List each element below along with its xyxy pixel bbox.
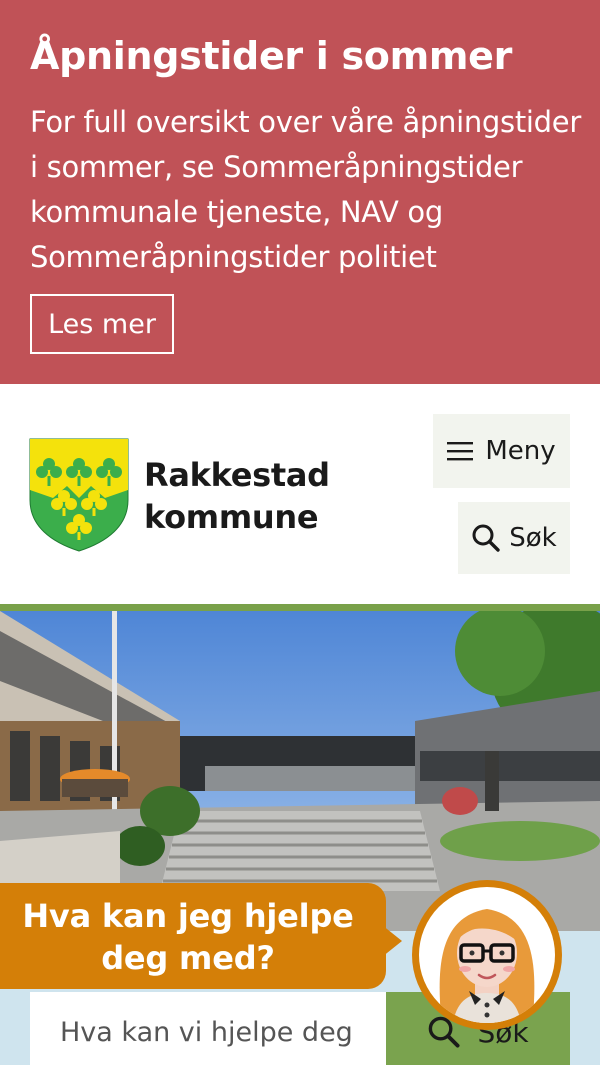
banner-title: Åpningstider i sommer [30, 34, 513, 78]
logo-line-1: Rakkestad [144, 456, 330, 494]
site-header: Rakkestad kommune Meny Søk [0, 384, 600, 604]
hamburger-icon [447, 442, 474, 461]
search-icon [472, 524, 500, 552]
banner-text: For full oversikt over våre åpningstider… [30, 105, 581, 274]
announcement-banner: Åpningstider i sommer For full oversikt … [0, 0, 600, 384]
coat-of-arms-icon[interactable] [29, 438, 129, 552]
header-search-label: Søk [509, 523, 557, 553]
assistant-avatar-icon [439, 909, 535, 1023]
header-search-button[interactable]: Søk [458, 502, 570, 574]
assistant-speech-bubble[interactable]: Hva kan jeg hjelpe deg med? [0, 883, 386, 989]
read-more-button[interactable]: Les mer [30, 294, 174, 354]
menu-button-label: Meny [485, 436, 556, 466]
menu-button[interactable]: Meny [433, 414, 570, 488]
logo-line-2: kommune [144, 498, 319, 536]
site-logo-text[interactable]: Rakkestad kommune [144, 454, 330, 538]
assistant-avatar[interactable] [412, 880, 562, 1030]
speech-bubble-tail [382, 925, 402, 957]
search-input[interactable] [30, 992, 386, 1065]
header-accent-line [0, 604, 600, 611]
